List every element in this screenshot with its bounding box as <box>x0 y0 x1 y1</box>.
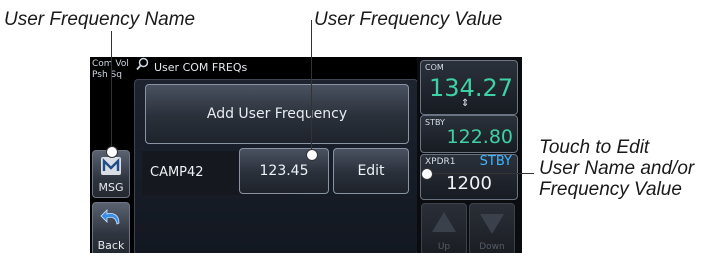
callout-dot-name <box>106 146 118 158</box>
callout-line-edit <box>428 173 534 174</box>
up-arrow-icon <box>432 212 456 232</box>
swap-arrows-icon[interactable]: ⇕ <box>461 99 469 109</box>
down-label: Down <box>479 242 505 252</box>
msg-icon <box>93 155 129 182</box>
com-standby-frequency: 122.80 <box>446 126 513 148</box>
callout-line-name <box>111 31 112 151</box>
back-arrow-icon <box>93 207 129 234</box>
xpdr-code: 1200 <box>446 173 492 194</box>
callout-dot-value <box>306 149 318 161</box>
page-title: User COM FREQs <box>154 61 248 74</box>
com-standby-frequency-box[interactable]: STBY 122.80 <box>420 115 518 153</box>
annotation-user-frequency-name: User Frequency Name <box>4 9 196 30</box>
down-arrow-icon <box>480 214 504 234</box>
add-user-frequency-button[interactable]: Add User Frequency <box>145 84 409 144</box>
page-title-bar: User COM FREQs <box>130 57 414 79</box>
xpdr-label: XPDR1 <box>425 157 456 167</box>
annotation-touch-to-edit: Touch to Edit User Name and/or Frequency… <box>539 137 694 200</box>
down-button[interactable]: Down <box>469 203 515 253</box>
stby-label: STBY <box>425 118 445 127</box>
back-button[interactable]: Back <box>92 202 130 253</box>
annotation-touch-line-2: User Name and/or <box>539 158 695 179</box>
com-active-frequency: 134.27 <box>429 74 513 102</box>
search-icon[interactable] <box>136 57 149 79</box>
annotation-touch-line-1: Touch to Edit <box>539 137 650 158</box>
back-label: Back <box>97 239 125 252</box>
com-active-frequency-box[interactable]: COM 134.27 ⇕ <box>420 60 518 115</box>
com-label: COM <box>425 63 444 72</box>
up-button[interactable]: Up <box>421 203 467 253</box>
annotation-touch-line-3: Frequency Value <box>539 179 682 200</box>
up-label: Up <box>437 242 451 252</box>
callout-dot-edit <box>421 168 433 180</box>
transponder-box[interactable]: XPDR1 STBY 1200 <box>420 154 518 200</box>
callout-line-value <box>311 20 312 152</box>
edit-button[interactable]: Edit <box>333 148 409 194</box>
xpdr-mode: STBY <box>479 154 512 169</box>
msg-label: MSG <box>98 181 124 194</box>
annotation-user-frequency-value: User Frequency Value <box>314 9 503 30</box>
